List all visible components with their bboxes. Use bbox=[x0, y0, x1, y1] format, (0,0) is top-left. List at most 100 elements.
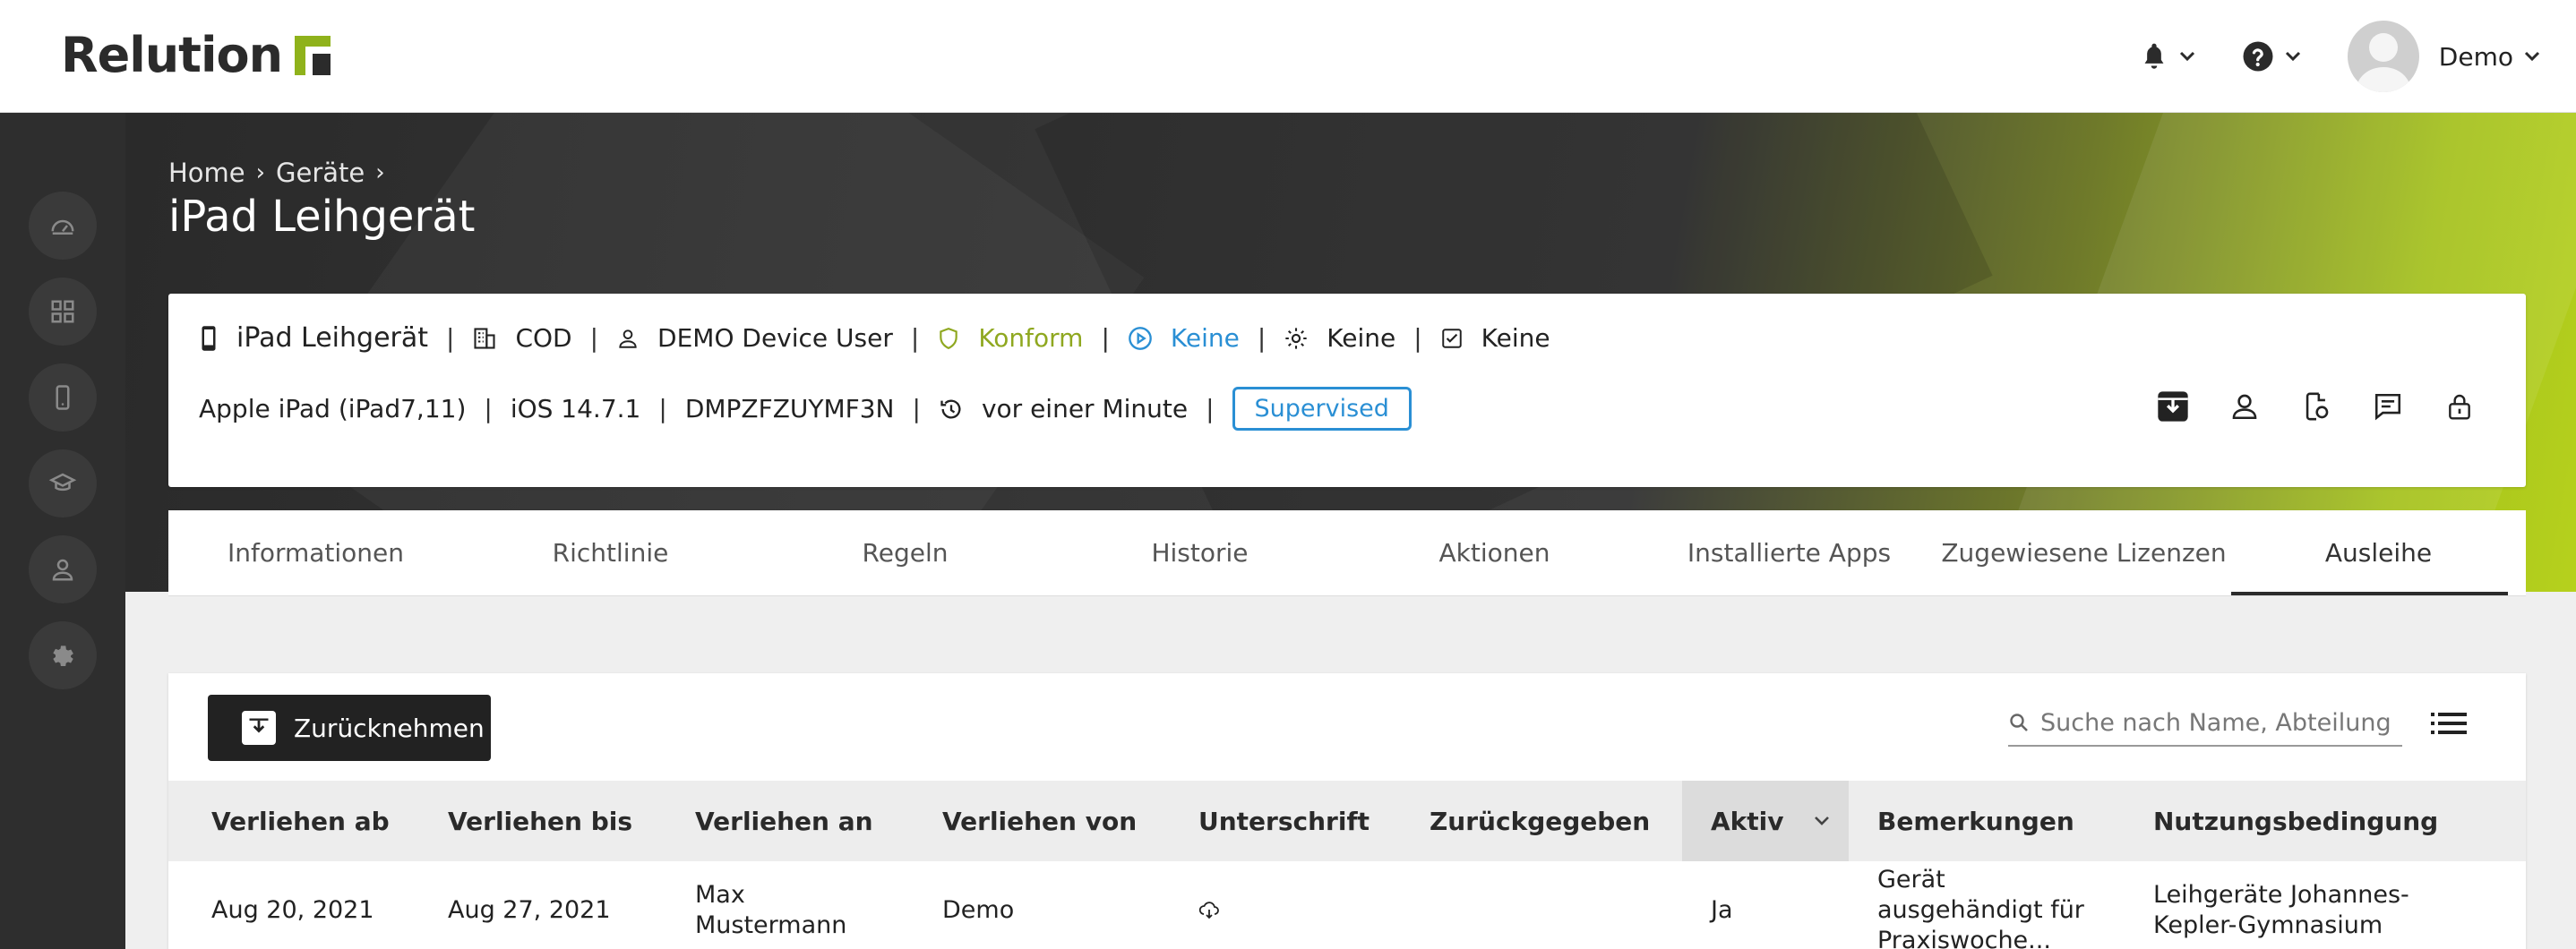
compliance-status: Konform bbox=[978, 323, 1084, 353]
chevron-down-icon bbox=[1814, 816, 1829, 825]
return-button-label: Zurücknehmen bbox=[294, 713, 485, 743]
lock-icon bbox=[2449, 394, 2470, 420]
building-icon bbox=[472, 326, 497, 351]
help-button[interactable] bbox=[2242, 40, 2301, 73]
message-icon bbox=[2374, 393, 2401, 421]
checkbox-icon bbox=[1440, 327, 1464, 350]
breadcrumb: Home › Geräte › bbox=[168, 158, 396, 188]
tab-regeln[interactable]: Regeln bbox=[758, 510, 1052, 595]
dashboard-icon bbox=[51, 219, 74, 235]
tab-ausleihe[interactable]: Ausleihe bbox=[2231, 510, 2526, 595]
tab-bar: Informationen Richtlinie Regeln Historie… bbox=[168, 510, 2526, 596]
return-device-button[interactable]: Zurücknehmen bbox=[208, 695, 491, 761]
assign-user-button[interactable] bbox=[2225, 387, 2264, 426]
user-icon bbox=[52, 559, 73, 581]
archive-icon bbox=[242, 711, 276, 745]
table-header: Verliehen ab Verliehen bis Verliehen an … bbox=[168, 781, 2526, 861]
tab-aktionen[interactable]: Aktionen bbox=[1347, 510, 1642, 595]
last-seen: vor einer Minute bbox=[981, 394, 1189, 423]
refresh-device-button[interactable] bbox=[2297, 387, 2336, 426]
history-icon bbox=[939, 397, 964, 422]
gear-icon bbox=[53, 645, 73, 666]
column-header-sorted[interactable]: Aktiv bbox=[1682, 781, 1849, 861]
tab-richtlinie[interactable]: Richtlinie bbox=[463, 510, 758, 595]
breadcrumb-devices[interactable]: Geräte bbox=[276, 158, 365, 188]
column-header[interactable]: Verliehen bis bbox=[405, 781, 652, 861]
user-icon bbox=[2232, 394, 2257, 420]
column-header[interactable]: Verliehen ab bbox=[168, 781, 405, 861]
column-settings-button[interactable] bbox=[2431, 711, 2467, 740]
nav-devices[interactable] bbox=[29, 363, 97, 432]
column-header-label: Aktiv bbox=[1711, 806, 1784, 836]
nav-dashboard[interactable] bbox=[29, 192, 97, 260]
chevron-down-icon bbox=[2524, 51, 2540, 62]
nav-education[interactable] bbox=[29, 449, 97, 517]
chevron-down-icon bbox=[2285, 51, 2300, 62]
cell-signature[interactable] bbox=[1155, 861, 1387, 949]
nav-settings[interactable] bbox=[29, 621, 97, 689]
cell-loaned-to: Max Mustermann bbox=[695, 881, 847, 939]
relution-logo[interactable]: Relution bbox=[61, 27, 331, 83]
chevron-right-icon: › bbox=[375, 159, 385, 186]
column-header[interactable]: Unterschrift bbox=[1155, 781, 1387, 861]
play-circle-icon bbox=[1128, 326, 1153, 351]
tab-informationen[interactable]: Informationen bbox=[168, 510, 463, 595]
lock-device-button[interactable] bbox=[2440, 387, 2479, 426]
send-message-button[interactable] bbox=[2368, 387, 2408, 426]
smartphone-icon bbox=[199, 325, 219, 352]
supervised-badge: Supervised bbox=[1232, 387, 1412, 431]
smartphone-icon bbox=[56, 385, 70, 410]
page-title: iPad Leihgerät bbox=[168, 192, 476, 242]
column-header[interactable]: Nutzungsbedingung bbox=[2125, 781, 2526, 861]
column-header[interactable]: Zurückgegeben bbox=[1387, 781, 1682, 861]
cell-returned bbox=[1387, 861, 1682, 949]
breadcrumb-home[interactable]: Home bbox=[168, 158, 245, 188]
device-serial: DMPZFZUYMF3N bbox=[684, 394, 895, 423]
tab-installierte-apps[interactable]: Installierte Apps bbox=[1642, 510, 1936, 595]
grid-icon bbox=[51, 300, 74, 323]
cloud-download-icon bbox=[1198, 902, 1219, 919]
chevron-down-icon bbox=[2179, 51, 2194, 62]
cell-terms: Leihgeräte Johannes-Kepler-Gymnasium bbox=[2153, 881, 2409, 939]
nav-users[interactable] bbox=[29, 535, 97, 603]
device-os: iOS 14.7.1 bbox=[510, 394, 641, 423]
search-icon bbox=[2010, 714, 2028, 731]
user-name: Demo bbox=[2438, 41, 2513, 72]
logo-text: Relution bbox=[61, 27, 283, 83]
column-header[interactable]: Verliehen von bbox=[899, 781, 1155, 861]
column-header[interactable]: Bemerkungen bbox=[1849, 781, 2125, 861]
device-user: DEMO Device User bbox=[657, 323, 893, 353]
help-icon bbox=[2243, 41, 2273, 72]
config-status: Keine bbox=[1327, 323, 1396, 353]
logo-mark-icon bbox=[295, 35, 331, 75]
user-icon bbox=[616, 327, 640, 350]
loan-panel: Zurücknehmen Verliehen ab Verliehen bis … bbox=[168, 673, 2526, 949]
archive-button[interactable] bbox=[2153, 387, 2193, 426]
device-sync-icon bbox=[2306, 392, 2329, 421]
notifications-button[interactable] bbox=[2140, 41, 2195, 72]
tab-historie[interactable]: Historie bbox=[1052, 510, 1347, 595]
device-model: Apple iPad (iPad7,11) bbox=[199, 394, 467, 423]
bell-icon bbox=[2144, 43, 2164, 69]
gear-icon bbox=[1284, 326, 1309, 351]
chevron-right-icon: › bbox=[255, 159, 266, 186]
policy-status[interactable]: Keine bbox=[1171, 323, 1240, 353]
search-input[interactable] bbox=[2040, 708, 2399, 737]
table-row[interactable]: Aug 20, 2021 Aug 27, 2021 Max Mustermann… bbox=[168, 861, 2526, 949]
user-menu-button[interactable]: Demo bbox=[2347, 21, 2540, 92]
nav-apps[interactable] bbox=[29, 278, 97, 346]
device-ownership: COD bbox=[515, 323, 572, 353]
cell-loaned-from: Aug 20, 2021 bbox=[211, 896, 374, 924]
tasks-status: Keine bbox=[1481, 323, 1550, 353]
archive-icon bbox=[2158, 391, 2188, 422]
list-icon bbox=[2431, 713, 2467, 734]
device-name: iPad Leihgerät bbox=[236, 322, 429, 354]
cell-loaned-by: Demo bbox=[942, 896, 1015, 924]
cell-remarks: Gerät ausgehändigt für Praxiswoche... bbox=[1877, 866, 2084, 949]
tab-zugewiesene-lizenzen[interactable]: Zugewiesene Lizenzen bbox=[1936, 510, 2231, 595]
side-navigation bbox=[0, 113, 125, 949]
avatar bbox=[2347, 21, 2419, 92]
top-bar: Relution Demo bbox=[0, 0, 2576, 113]
column-header[interactable]: Verliehen an bbox=[652, 781, 899, 861]
cell-loaned-until: Aug 27, 2021 bbox=[448, 896, 611, 924]
